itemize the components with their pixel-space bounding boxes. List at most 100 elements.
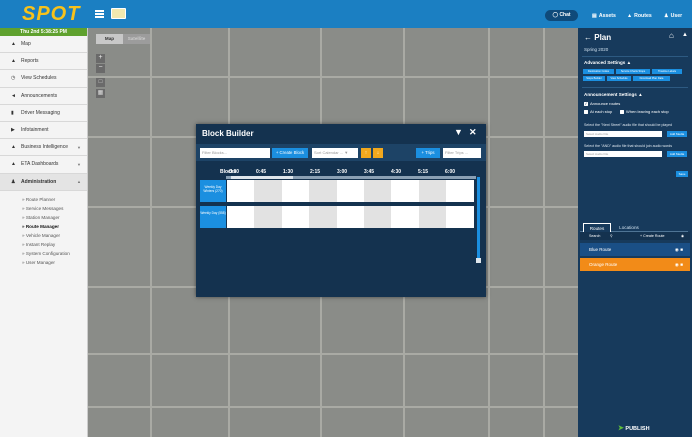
download-icon[interactable]: ↓ <box>373 148 383 158</box>
at-each-stop-radio[interactable]: At each stop <box>584 109 612 114</box>
sidebar-item-driver-messaging[interactable]: ▮ Driver Messaging <box>0 105 87 122</box>
sidebar-item-view-schedules[interactable]: ◷ View Schedules <box>0 70 87 88</box>
vertical-scrollbar[interactable] <box>477 177 480 263</box>
tab-satellite[interactable]: Satellite <box>123 34 150 44</box>
advanced-settings-header[interactable]: Advanced Settings ▲ <box>584 60 631 65</box>
grid-tool-icon[interactable]: ▦ <box>96 89 105 98</box>
upload-icon[interactable]: ↑ <box>361 148 371 158</box>
create-route-button[interactable]: + Create Route <box>640 232 664 240</box>
timeline-cell[interactable] <box>281 180 310 202</box>
submenu-instant-replay[interactable]: » Instant Replay <box>0 240 87 249</box>
timeline-cell[interactable] <box>336 206 364 228</box>
submenu-route-planner[interactable]: » Route Planner <box>0 195 87 204</box>
zoom-out-button[interactable]: − <box>96 64 105 73</box>
timeline-cell[interactable] <box>418 206 447 228</box>
timeline-cell[interactable] <box>281 206 310 228</box>
chip-destination-codes[interactable]: Destination Codes <box>583 69 614 74</box>
timeline-cell[interactable] <box>446 206 474 228</box>
timeline-cell[interactable] <box>254 180 282 202</box>
create-block-button[interactable]: + Create Block <box>272 148 308 158</box>
chip-stops-builder[interactable]: Stops Builder <box>583 76 605 81</box>
sidebar-item-eta-dashboards[interactable]: ▲ ETA Dashboards ▼ <box>0 156 87 174</box>
visibility-icon[interactable]: ◉ <box>681 232 684 240</box>
timeline-cell[interactable] <box>446 180 474 202</box>
checkbox-icon <box>584 109 588 114</box>
eye-icon[interactable]: ◉ <box>675 262 679 267</box>
tab-routes[interactable]: Routes <box>583 223 611 232</box>
when-leaving-label: When leaving each stop <box>626 109 669 114</box>
sidebar-item-infotainment[interactable]: ▶ Infotainment <box>0 122 87 140</box>
tab-locations[interactable]: Locations <box>615 223 643 232</box>
collapse-icon[interactable]: ▼ <box>454 127 463 137</box>
trash-icon[interactable]: ■ <box>680 262 683 267</box>
submenu-vehicle-manager[interactable]: » Vehicle Manager <box>0 231 87 240</box>
announce-routes-checkbox[interactable]: ✓ Announce routes <box>584 101 620 106</box>
timeline-cell[interactable] <box>227 180 255 202</box>
search-icon[interactable]: ⚲ <box>610 232 613 240</box>
chip-download-plan-data[interactable]: Download Plan Data <box>633 76 670 81</box>
timeline-cell[interactable] <box>391 180 419 202</box>
sidebar-item-map[interactable]: ▲ Map <box>0 36 87 54</box>
chip-view-schedule[interactable]: View Schedule <box>607 76 631 81</box>
block-row-label[interactable]: Weekly Day Winters (270) <box>200 180 226 202</box>
block-row-label[interactable]: Weekly Day (558) <box>200 206 226 228</box>
filter-trips-input[interactable]: Filter Trips ... <box>443 148 481 158</box>
block-row[interactable]: Weekly Day (558) <box>200 206 476 228</box>
timeline-cell[interactable] <box>227 206 255 228</box>
timeline-cell[interactable] <box>391 206 419 228</box>
chat-button[interactable]: ◯ Chat <box>545 10 578 21</box>
home-icon[interactable]: ⌂ <box>669 31 674 40</box>
calendar-select[interactable]: Sort Calendar ... ▼ <box>312 148 358 158</box>
timeline-cell[interactable] <box>309 180 337 202</box>
announcement-settings-header[interactable]: Announcement Settings ▲ <box>584 92 643 97</box>
timeline-cell[interactable] <box>418 180 447 202</box>
horizontal-scroll-thumb[interactable] <box>231 176 293 179</box>
publish-button[interactable]: ➤ PUBLISH <box>618 424 650 432</box>
add-trips-button[interactable]: + Trips <box>416 148 440 158</box>
add-media-button[interactable]: Add Media <box>667 131 687 137</box>
save-button[interactable]: Save <box>676 171 688 177</box>
vertical-scroll-thumb[interactable] <box>476 258 481 263</box>
nav-user[interactable]: ♟ User <box>664 13 682 19</box>
add-media-button-2[interactable]: Add Media <box>667 151 687 157</box>
collapse-up-icon[interactable]: ▲ <box>682 32 688 38</box>
timeline-cell[interactable] <box>364 180 392 202</box>
hamburger-menu-icon[interactable] <box>95 10 104 18</box>
route-item-orange[interactable]: Orange Route ◉ ■ <box>580 258 690 271</box>
chip-service-charts-stops[interactable]: Service Charts Stops <box>616 69 650 74</box>
trash-icon[interactable]: ■ <box>680 247 683 252</box>
route-item-blue[interactable]: Blue Route ◉ ■ <box>580 243 690 256</box>
nav-assets[interactable]: ▤ Assets <box>592 13 616 19</box>
season-label: Spring 2020 <box>584 47 609 52</box>
zoom-in-button[interactable]: + <box>96 54 105 63</box>
dashboard-icon: ▲ <box>11 161 16 168</box>
submenu-system-configuration[interactable]: » System Configuration <box>0 249 87 258</box>
eye-icon[interactable]: ◉ <box>675 247 679 252</box>
when-leaving-radio[interactable]: When leaving each stop <box>620 109 669 114</box>
sidebar-item-administration[interactable]: ♟ Administration ▲ <box>0 173 87 191</box>
sidebar-item-reports[interactable]: ▲ Reports <box>0 53 87 71</box>
route-search[interactable]: Search <box>589 232 600 240</box>
plan-title[interactable]: ← Plan <box>584 33 611 42</box>
and-audio-select[interactable]: Select Audio File <box>584 151 662 157</box>
submenu-station-manager[interactable]: » Station Manager <box>0 213 87 222</box>
next-street-audio-select[interactable]: Select Audio File <box>584 131 662 137</box>
block-row[interactable]: Weekly Day Winters (270) <box>200 180 476 202</box>
chip-timeline-labels[interactable]: Timeline Labels <box>652 69 682 74</box>
polygon-tool-icon[interactable]: □ <box>96 78 105 87</box>
timeline-cell[interactable] <box>336 180 364 202</box>
filter-blocks-input[interactable]: Filter Blocks... <box>200 148 270 158</box>
timeline-cell[interactable] <box>364 206 392 228</box>
close-icon[interactable]: ✕ <box>469 127 477 138</box>
tab-map[interactable]: Map <box>96 34 123 44</box>
submenu-user-manager[interactable]: » User Manager <box>0 258 87 267</box>
submenu-service-messages[interactable]: » Service Messages <box>0 204 87 213</box>
nav-routes[interactable]: ▲ Routes <box>627 13 652 19</box>
sidebar-item-business-intelligence[interactable]: ▲ Business Intelligence ▼ <box>0 139 87 157</box>
sidebar-item-announcements[interactable]: ◄ Announcements <box>0 88 87 105</box>
submenu-route-manager[interactable]: » Route Manager <box>0 222 87 231</box>
spot-logo[interactable]: SPOT <box>22 3 80 26</box>
timeline-cell[interactable] <box>309 206 337 228</box>
map-view-icon[interactable] <box>111 8 126 19</box>
timeline-cell[interactable] <box>254 206 282 228</box>
